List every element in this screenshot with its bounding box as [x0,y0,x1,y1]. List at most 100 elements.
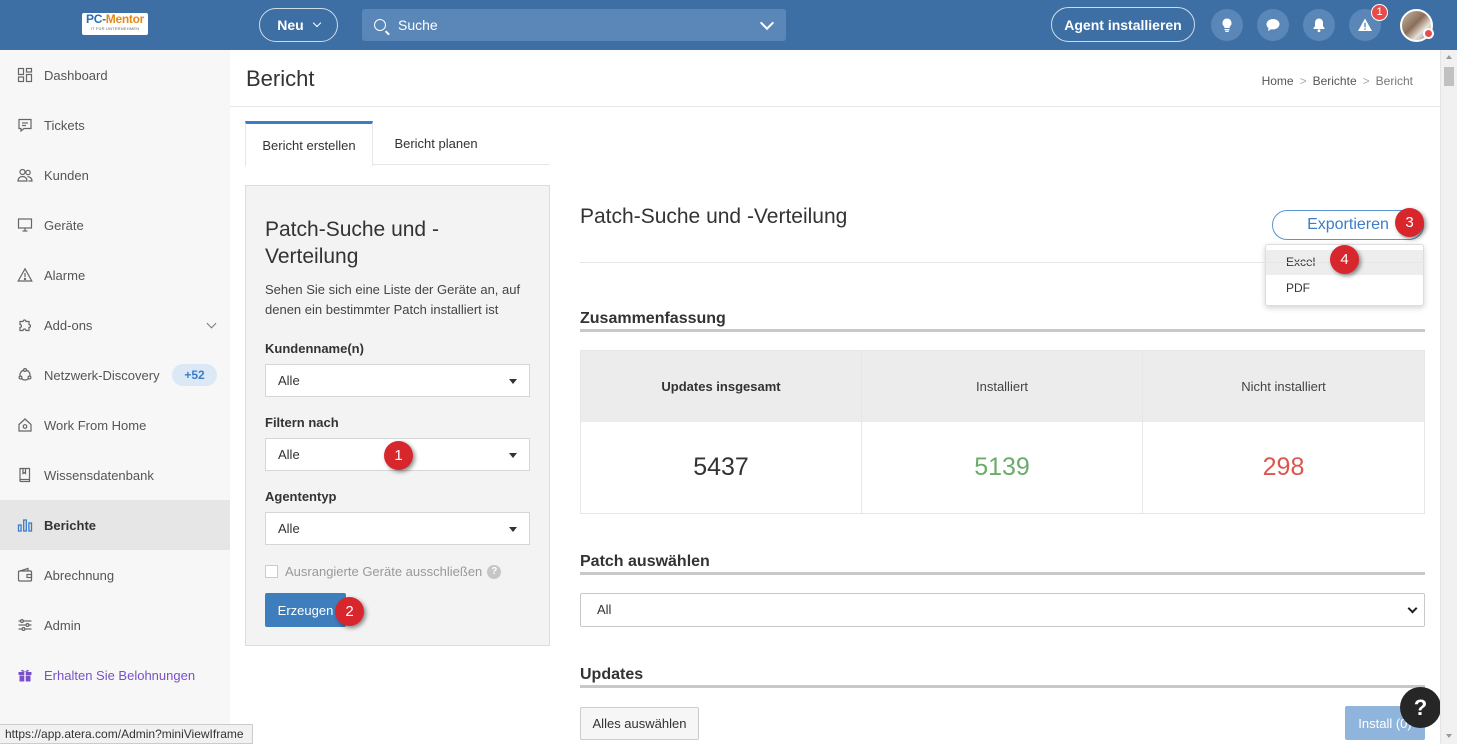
chevron-down-icon [1407,603,1418,614]
select-all-button[interactable]: Alles auswählen [580,707,699,740]
sidebar-item-kunden[interactable]: Kunden [0,150,230,200]
patch-select-title: Patch auswählen [580,553,710,570]
sidebar-item-label: Kunden [44,167,89,183]
sidebar-item-label: Add-ons [44,317,93,333]
breadcrumb-current: Bericht [1375,74,1413,88]
sidebar-item-tickets[interactable]: Tickets [0,100,230,150]
sidebar-item-work-from-home[interactable]: Work From Home [0,400,230,450]
page-scrollbar[interactable] [1440,50,1457,744]
step-marker-4: 4 [1330,245,1359,274]
alert-count-badge: 1 [1371,4,1388,21]
step-marker-2: 2 [335,597,364,626]
breadcrumb-home[interactable]: Home [1262,74,1294,88]
sidebar-item-label: Work From Home [44,417,147,433]
sidebar-item-label: Abrechnung [44,567,115,583]
summary-value: 298 [1262,453,1305,481]
exclude-retired-label: Ausrangierte Geräte ausschließen [285,564,483,579]
summary-col-not-installed: Nicht installiert 298 [1143,351,1424,513]
summary-col-total: Updates insgesamt 5437 [581,351,862,513]
top-bar: PC-Mentor IT FÜR UNTERNEHMEN Neu Suche A… [0,0,1457,50]
sliders-icon [16,617,33,634]
patch-select-value: All [597,602,612,617]
scroll-down-arrow-icon[interactable] [1446,734,1452,738]
chevron-down-icon [312,18,321,28]
search-dropdown-chevron-icon[interactable] [759,15,775,31]
customer-select-value: Alle [278,373,300,388]
sidebar-item-label: Admin [44,617,81,633]
summary-table: Updates insgesamt 5437 Installiert 5139 … [580,350,1425,514]
logo-main-text: PC- [86,12,106,26]
summary-value: 5437 [693,453,749,481]
sidebar-item-berichte[interactable]: Berichte [0,500,230,550]
section-underline [580,685,1425,688]
patch-select[interactable]: All [580,593,1425,627]
help-icon[interactable]: ? [487,564,502,579]
scroll-up-arrow-icon[interactable] [1446,55,1452,59]
alert-icon [16,267,33,284]
dashboard-icon [16,67,33,84]
section-underline [580,329,1425,332]
ticket-icon [16,117,33,134]
page-title: Bericht [246,66,315,91]
chat-icon[interactable] [1257,9,1289,41]
install-agent-button[interactable]: Agent installieren [1051,7,1195,42]
sidebar-item-label: Alarme [44,267,86,283]
gift-icon [16,667,33,684]
caret-down-icon [509,453,517,458]
updates-title: Updates [580,666,644,683]
book-icon [16,467,33,484]
summary-header: Updates insgesamt [581,351,861,422]
chevron-down-icon[interactable] [206,318,217,329]
section-underline [580,572,1425,575]
export-pdf-option[interactable]: PDF [1266,276,1423,301]
agent-type-select-value: Alle [278,521,300,536]
customers-icon [16,167,33,184]
tab-bericht-erstellen[interactable]: Bericht erstellen [245,121,373,166]
tab-bericht-planen[interactable]: Bericht planen [373,121,499,165]
sidebar-item-label: Erhalten Sie Belohnungen [44,667,196,683]
lightbulb-icon[interactable] [1211,9,1243,41]
logo-subtitle: IT FÜR UNTERNEHMEN [90,26,140,31]
pc-mentor-logo[interactable]: PC-Mentor IT FÜR UNTERNEHMEN [82,13,148,35]
sidebar-item-admin[interactable]: Admin [0,600,230,650]
sidebar-item-addons[interactable]: Add-ons [0,300,230,350]
generate-button[interactable]: Erzeugen [265,593,346,627]
discovery-count-badge: +52 [172,364,217,386]
divider [230,106,1440,107]
sidebar-item-rewards[interactable]: Erhalten Sie Belohnungen [0,650,230,700]
breadcrumb-berichte[interactable]: Berichte [1313,74,1357,88]
new-button-label: Neu [277,17,304,33]
caret-down-icon [509,527,517,532]
scroll-thumb[interactable] [1444,67,1454,86]
report-tabs: Bericht erstellen Bericht planen [245,121,550,166]
sidebar-item-netzwerk-discovery[interactable]: Netzwerk-Discovery +52 [0,350,230,400]
exclude-retired-checkbox[interactable] [265,565,278,578]
sidebar-item-label: Netzwerk-Discovery [44,367,160,383]
help-button[interactable]: ? [1400,687,1441,728]
sidebar-item-label: Geräte [44,217,84,233]
filter-label: Filtern nach [265,415,339,430]
monitor-icon [16,217,33,234]
customer-select[interactable]: Alle [265,364,530,397]
status-bar-url: https://app.atera.com/Admin?miniViewIfra… [0,724,253,744]
caret-down-icon [509,379,517,384]
logo-accent-text: Mentor [105,12,145,26]
search-bar[interactable]: Suche [362,9,786,41]
agent-type-select[interactable]: Alle [265,512,530,545]
sidebar-item-geraete[interactable]: Geräte [0,200,230,250]
summary-header: Nicht installiert [1143,351,1424,422]
sidebar-item-abrechnung[interactable]: Abrechnung [0,550,230,600]
panel-description: Sehen Sie sich eine Liste der Geräte an,… [265,282,521,317]
breadcrumb-separator: > [1362,74,1370,88]
puzzle-icon [16,317,33,334]
new-button[interactable]: Neu [259,8,338,42]
sidebar-item-wissensdatenbank[interactable]: Wissensdatenbank [0,450,230,500]
bell-icon[interactable] [1303,9,1335,41]
summary-title: Zusammenfassung [580,310,726,327]
sidebar-item-alarme[interactable]: Alarme [0,250,230,300]
agent-type-label: Agententyp [265,489,337,504]
search-placeholder: Suche [398,17,438,33]
sidebar-item-dashboard[interactable]: Dashboard [0,50,230,100]
exclude-retired-row: Ausrangierte Geräte ausschließen ? [265,564,502,579]
step-marker-3: 3 [1395,208,1424,237]
